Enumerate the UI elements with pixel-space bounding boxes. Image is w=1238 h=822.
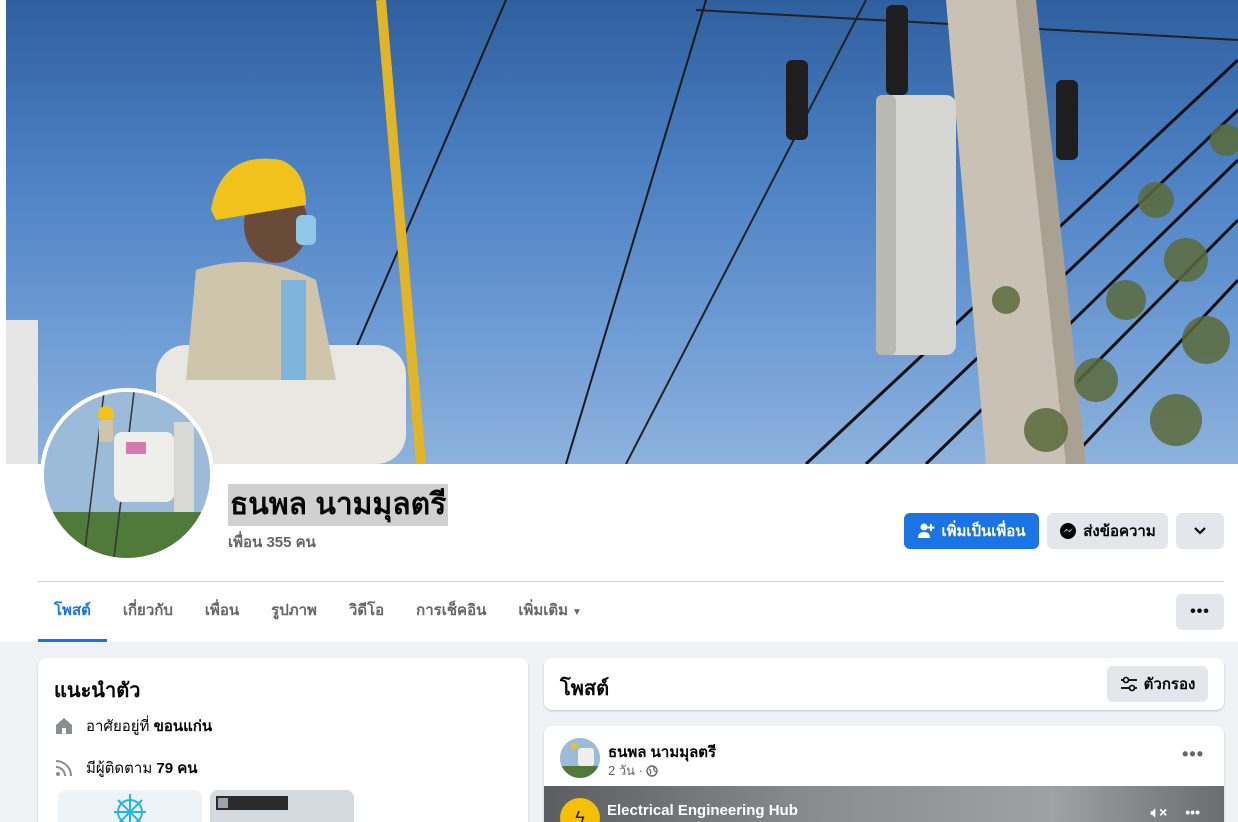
tab-label: รูปภาพ (271, 602, 317, 619)
caret-down-icon: ▼ (572, 607, 582, 618)
add-friend-label: เพิ่มเป็นเพื่อน (941, 523, 1026, 540)
tab-label: เกี่ยวกับ (122, 602, 173, 619)
tab-label: เพื่อน (204, 602, 240, 619)
tab-checkins[interactable]: การเช็คอิน (400, 582, 502, 642)
tab-photos[interactable]: รูปภาพ (255, 582, 333, 642)
featured-thumb-2[interactable] (210, 790, 354, 822)
mute-icon[interactable]: 🔈︎× (1151, 804, 1168, 821)
tab-more[interactable]: เพิ่มเติม ▼ (502, 582, 598, 642)
filter-icon (1120, 676, 1137, 692)
intro-card: แนะนำตัว อาศัยอยู่ที่ ขอนแก่น มีผู้ติดตา… (38, 658, 528, 822)
video-controls: 🔈︎× ••• (1151, 804, 1200, 821)
tab-about[interactable]: เกี่ยวกับ (107, 582, 189, 642)
profile-avatar[interactable] (40, 388, 214, 562)
cover-photo[interactable] (6, 0, 1238, 464)
lightning-icon: ϟ (560, 798, 600, 822)
tab-friends[interactable]: เพื่อน (189, 582, 255, 642)
post-time[interactable]: 2 วัน · (608, 760, 643, 781)
lives-prefix: อาศัยอยู่ที่ (86, 718, 150, 735)
friends-count[interactable]: เพื่อน 355 คน (228, 530, 316, 554)
filter-label: ตัวกรอง (1143, 676, 1196, 693)
tab-label: การเช็คอิน (416, 602, 487, 619)
tabs-options-button[interactable]: ••• (1176, 594, 1224, 630)
post-video[interactable]: ϟ Electrical Engineering Hub 🔈︎× ••• (544, 786, 1224, 822)
filter-button[interactable]: ตัวกรอง (1107, 666, 1208, 702)
posts-header-card: โพสต์ ตัวกรอง (544, 658, 1224, 710)
tab-label: โพสต์ (54, 602, 91, 619)
message-label: ส่งข้อความ (1083, 523, 1156, 540)
intro-title: แนะนำตัว (54, 680, 141, 702)
intro-followers: มีผู้ติดตาม 79 คน (54, 756, 198, 780)
home-icon (56, 718, 72, 734)
add-friend-button[interactable]: เพิ่มเป็นเพื่อน (904, 513, 1039, 549)
post-avatar-illustration (560, 738, 600, 778)
post-options-button[interactable]: ••• (1182, 744, 1204, 765)
followers-value[interactable]: 79 คน (156, 760, 197, 777)
profile-options-button[interactable] (1176, 513, 1224, 549)
featured-thumb-illustration (210, 790, 354, 822)
tab-label: วิดีโอ (348, 602, 385, 619)
post-meta: 2 วัน · (608, 760, 658, 781)
cover-illustration (6, 0, 1238, 464)
intro-lives-in: อาศัยอยู่ที่ ขอนแก่น (54, 714, 212, 738)
profile-name: ธนพล นามมุลตรี (228, 484, 449, 526)
post-author-avatar[interactable] (560, 738, 600, 778)
followers-prefix: มีผู้ติดตาม (86, 760, 153, 777)
globe-icon (646, 764, 658, 777)
profile-tabs: โพสต์ เกี่ยวกับ เพื่อน รูปภาพ วิดีโอ การ… (38, 582, 598, 642)
featured-thumb-illustration (58, 790, 202, 822)
message-button[interactable]: ส่งข้อความ (1047, 513, 1168, 549)
post-card: ธนพล นามมุลตรี 2 วัน · ••• ϟ Electrical … (544, 726, 1224, 822)
ellipsis-icon: ••• (1182, 744, 1204, 764)
video-title[interactable]: Electrical Engineering Hub (607, 802, 798, 819)
messenger-icon (1060, 523, 1077, 539)
rss-icon (55, 760, 72, 777)
featured-thumb-1[interactable] (58, 790, 202, 822)
ellipsis-icon: ••• (1190, 603, 1210, 620)
avatar-illustration (44, 392, 210, 558)
chevron-down-icon (1194, 527, 1206, 535)
lives-place[interactable]: ขอนแก่น (154, 718, 213, 735)
add-friend-icon (918, 523, 935, 538)
tab-label: เพิ่มเติม (518, 602, 569, 619)
tab-videos[interactable]: วิดีโอ (333, 582, 400, 642)
tab-posts[interactable]: โพสต์ (38, 582, 107, 642)
ellipsis-icon[interactable]: ••• (1185, 804, 1200, 821)
posts-title: โพสต์ (560, 678, 610, 700)
